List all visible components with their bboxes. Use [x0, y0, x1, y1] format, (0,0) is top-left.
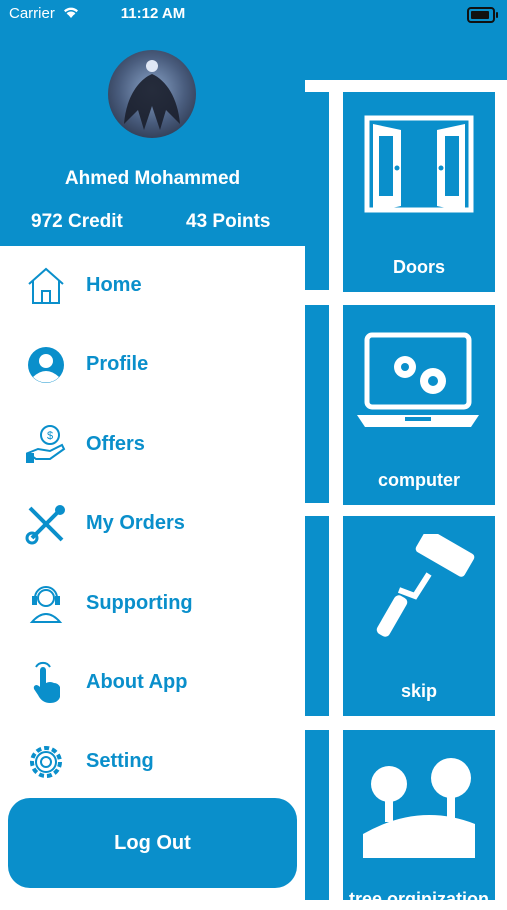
tile-edge	[305, 516, 329, 716]
drawer-header: Ahmed Mohammed 972 Credit 43 Points	[0, 0, 305, 246]
paint-roller-icon	[376, 534, 475, 637]
tile-label: skip	[400, 681, 438, 701]
avatar-image	[124, 60, 180, 130]
menu-item-label: Profile	[86, 353, 149, 375]
menu-item-profile[interactable]: Profile	[0, 335, 305, 395]
menu-item-about-app[interactable]: About App	[0, 653, 305, 713]
service-tile-trees[interactable]: tree orginization	[343, 730, 495, 909]
menu-item-my-orders[interactable]: My Orders	[0, 494, 305, 554]
navigation-drawer: Ahmed Mohammed 972 Credit 43 Points Home…	[0, 0, 305, 900]
support-icon	[29, 586, 63, 623]
service-tile-doors[interactable]: Doors	[343, 92, 495, 292]
status-bar: Carrier 11:12 AM	[0, 0, 507, 28]
menu-item-offers[interactable]: $ Offers	[0, 415, 305, 475]
computer-icon	[357, 332, 479, 427]
battery-icon	[467, 7, 498, 23]
gear-icon	[30, 746, 62, 778]
orders-icon	[25, 505, 65, 545]
trees-icon	[363, 758, 475, 858]
user-name: Ahmed Mohammed	[64, 168, 241, 189]
about-icon	[33, 661, 60, 703]
menu-item-label: My Orders	[86, 512, 185, 534]
logout-button[interactable]: Log Out	[8, 798, 297, 888]
home-icon	[28, 267, 64, 304]
profile-icon	[28, 347, 64, 383]
menu-item-label: Home	[86, 274, 142, 296]
tile-label: computer	[377, 470, 460, 490]
menu-item-label: Setting	[86, 750, 154, 772]
menu-item-home[interactable]: Home	[0, 256, 305, 316]
menu-item-label: About App	[86, 671, 188, 693]
clock: 11:12 AM	[120, 5, 186, 22]
offers-icon: $	[25, 425, 66, 463]
tile-edge	[305, 730, 329, 900]
doors-icon	[364, 115, 474, 213]
menu-item-label: Supporting	[86, 592, 193, 614]
tile-edge	[305, 92, 329, 290]
menu-item-setting[interactable]: Setting	[0, 732, 305, 792]
points-value: 43 Points	[186, 211, 271, 232]
menu-item-supporting[interactable]: Supporting	[0, 574, 305, 634]
tile-label: Doors	[392, 257, 445, 277]
avatar[interactable]	[108, 50, 196, 138]
credit-value: 972 Credit	[31, 211, 123, 232]
menu-item-label: Offers	[86, 433, 145, 455]
svg-text:$: $	[47, 430, 53, 442]
tile-edge	[305, 305, 329, 503]
service-tile-skip[interactable]: skip	[343, 516, 495, 716]
service-tile-computer[interactable]: computer	[343, 305, 495, 505]
